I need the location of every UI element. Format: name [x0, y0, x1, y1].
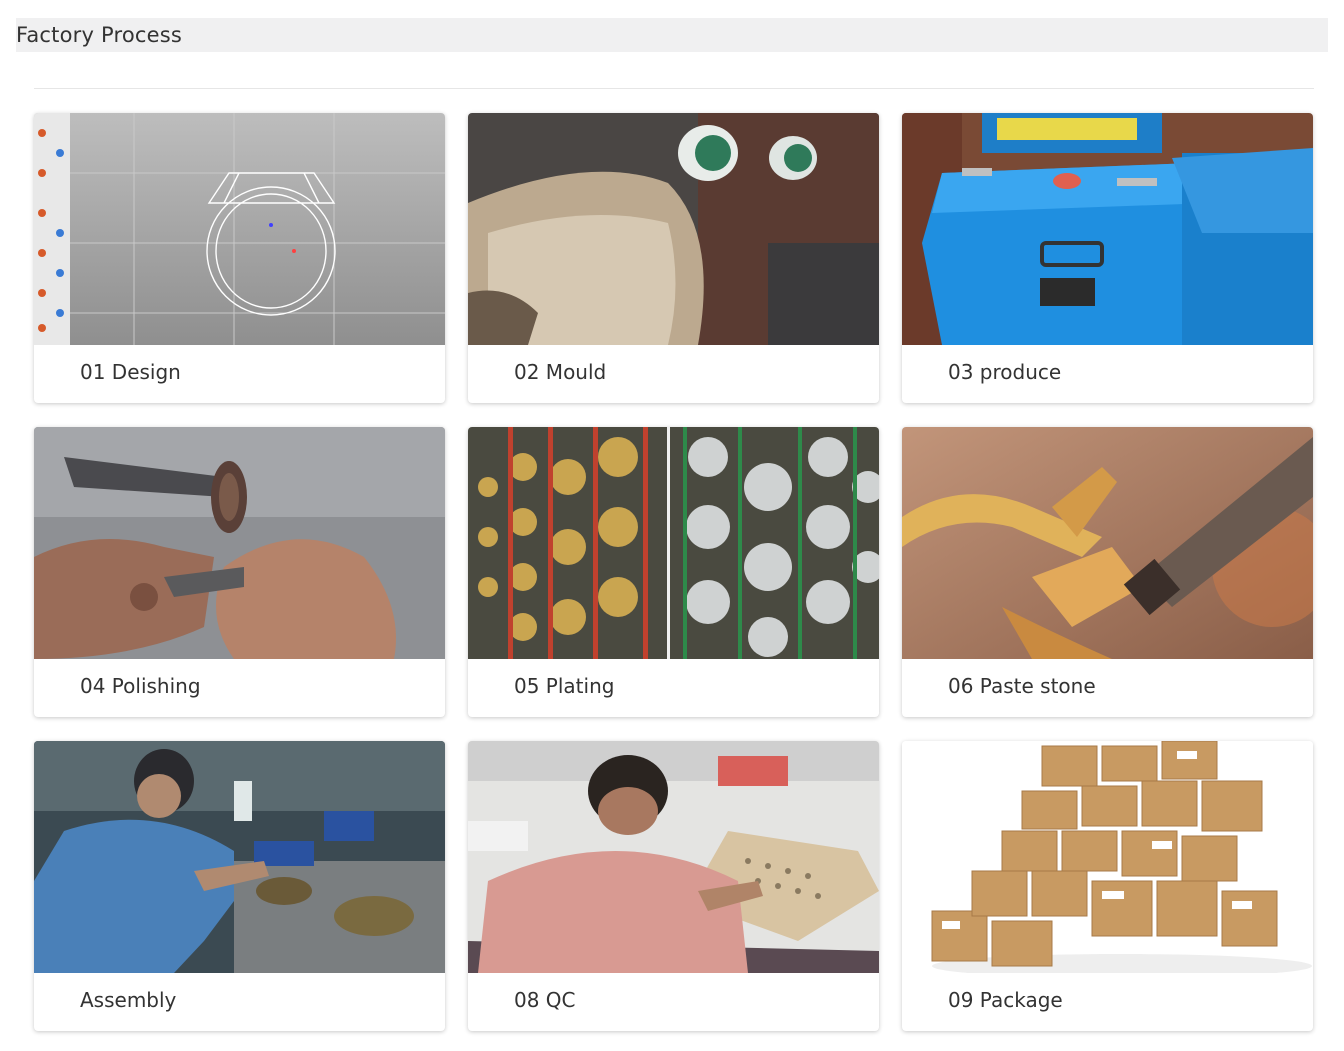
- cad-ring-design-photo: [34, 113, 445, 345]
- section-title: Factory Process: [16, 23, 183, 47]
- process-card-label: 06 Paste stone: [948, 674, 1096, 698]
- process-card-produce[interactable]: 03 produce: [902, 113, 1313, 403]
- process-card-label: Assembly: [80, 988, 177, 1012]
- process-card-polishing[interactable]: 04 Polishing: [34, 427, 445, 717]
- process-card-label: 01 Design: [80, 360, 181, 384]
- process-card-label: 09 Package: [948, 988, 1063, 1012]
- process-card-label: 03 produce: [948, 360, 1062, 384]
- process-card-qc[interactable]: 08 QC: [468, 741, 879, 1031]
- quality-check-photo: [468, 741, 879, 973]
- blue-casting-machine-photo: [902, 113, 1313, 345]
- process-card-assembly[interactable]: Assembly: [34, 741, 445, 1031]
- assembly-worker-photo: [34, 741, 445, 973]
- process-card-label: 05 Plating: [514, 674, 615, 698]
- section-divider: [34, 88, 1314, 89]
- process-card-paste-stone[interactable]: 06 Paste stone: [902, 427, 1313, 717]
- process-card-label: 04 Polishing: [80, 674, 201, 698]
- plating-racks-photo: [468, 427, 879, 659]
- mould-press-photo: [468, 113, 879, 345]
- process-card-package[interactable]: 09 Package: [902, 741, 1313, 1031]
- process-card-design[interactable]: 01 Design: [34, 113, 445, 403]
- cardboard-boxes-photo: [902, 741, 1313, 973]
- stone-setting-photo: [902, 427, 1313, 659]
- hand-polishing-photo: [34, 427, 445, 659]
- process-card-mould[interactable]: 02 Mould: [468, 113, 879, 403]
- process-card-label: 02 Mould: [514, 360, 607, 384]
- process-card-label: 08 QC: [514, 988, 576, 1012]
- process-card-plating[interactable]: 05 Plating: [468, 427, 879, 717]
- section-header: Factory Process: [16, 18, 1328, 52]
